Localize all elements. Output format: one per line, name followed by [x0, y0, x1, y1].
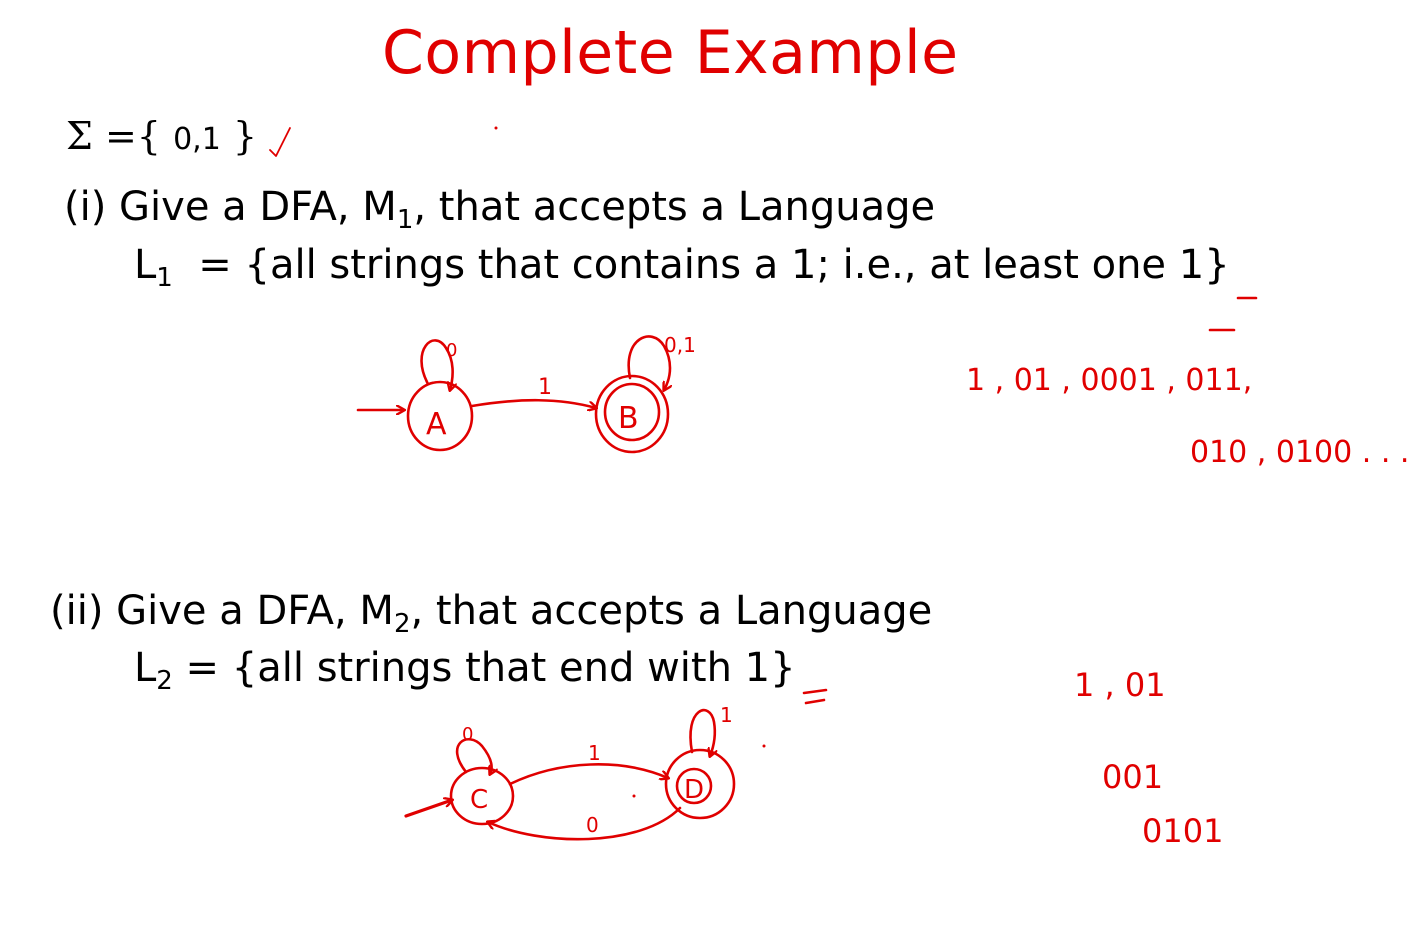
state-a-label: A: [426, 407, 447, 442]
examples-2-row-2: 001: [1102, 758, 1163, 796]
state-b-label: B: [618, 401, 639, 436]
examples-2-row-3: 0101: [1142, 812, 1223, 850]
stray-dot: [632, 794, 636, 798]
edge-d-to-c: [488, 806, 682, 841]
state-c-label: C: [470, 785, 488, 815]
stray-dot: [494, 126, 498, 130]
handwritten-annotations: A B 0 1 0,1 1 , 01 , 0001 , 011, 010 , 0…: [269, 126, 1409, 850]
underline-mark: [1208, 296, 1258, 332]
start-arrow: [404, 800, 452, 818]
examples-1-row-2: 010 , 0100 . . .: [1190, 435, 1409, 470]
stray-dot: [762, 744, 766, 748]
loop-d-label: 1: [720, 703, 733, 727]
examples-2-row-1: 1 , 01: [1074, 666, 1166, 704]
loop-b-label: 0,1: [664, 333, 696, 357]
check-mark-icon: [269, 127, 291, 157]
examples-1-row-1: 1 , 01 , 0001 , 011,: [966, 363, 1252, 398]
edge-c-to-d: [508, 763, 668, 786]
edge-cd-label: 1: [588, 741, 601, 765]
loop-c-label: 0: [462, 724, 473, 745]
edge-a-to-b: [470, 398, 596, 408]
edge-dc-label: 0: [586, 813, 599, 837]
state-d-label: D: [684, 775, 704, 805]
edge-ab-label: 1: [538, 375, 552, 400]
underline-mark: [802, 688, 828, 705]
loop-a-label: 0: [446, 340, 457, 361]
